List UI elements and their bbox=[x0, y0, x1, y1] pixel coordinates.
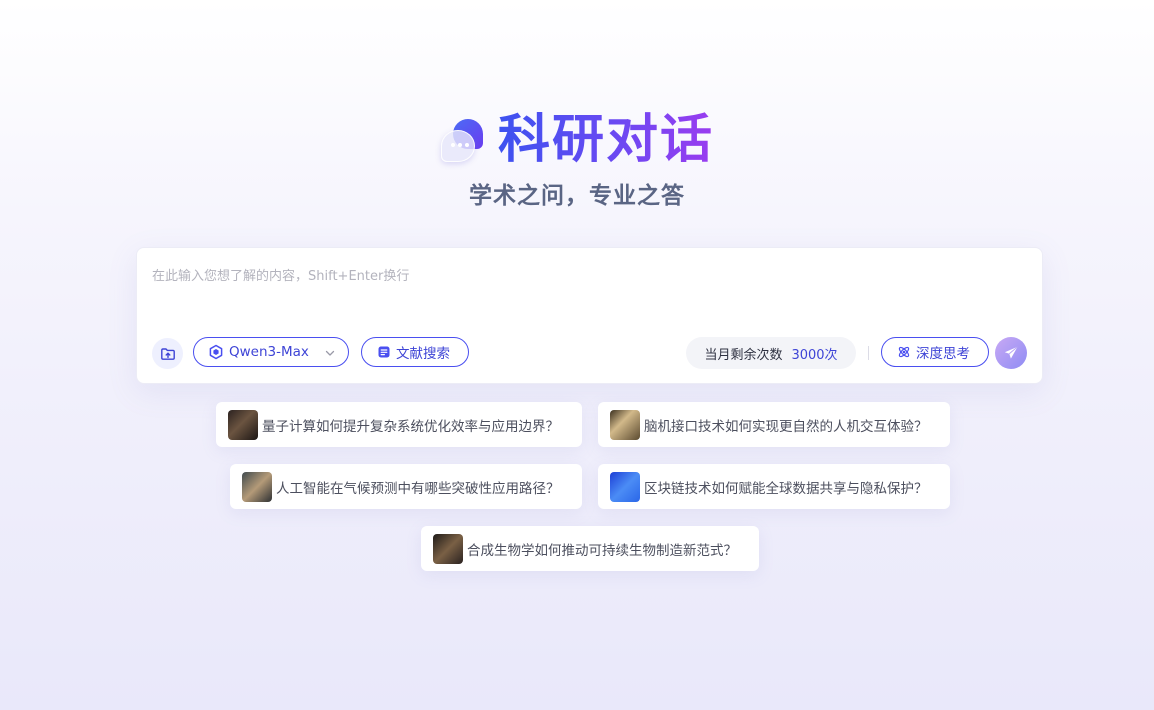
title-row: 科研对话 bbox=[440, 108, 714, 172]
suggestion-text: 合成生物学如何推动可持续生物制造新范式？ bbox=[467, 542, 737, 559]
suggestion-text: 脑机接口技术如何实现更自然的人机交互体验？ bbox=[644, 418, 928, 435]
model-selector-label: Qwen3-Max bbox=[229, 344, 309, 360]
chat-input-box: Qwen3-Max 文献搜索 当月剩余次数 3000次 深度思考 bbox=[136, 247, 1043, 384]
suggestion-thumbnail bbox=[242, 471, 272, 502]
suggestion-thumbnail bbox=[610, 409, 640, 440]
toolbar-divider bbox=[868, 346, 869, 360]
suggestion-thumbnail bbox=[610, 471, 640, 502]
literature-search-label: 文献搜索 bbox=[396, 346, 450, 362]
chat-toolbar: Qwen3-Max 文献搜索 当月剩余次数 3000次 深度思考 bbox=[152, 337, 1027, 369]
page-subtitle: 学术之问，专业之答 bbox=[469, 183, 685, 209]
send-icon bbox=[1004, 346, 1018, 359]
quota-label: 当月剩余次数 bbox=[704, 347, 783, 363]
deep-think-toggle[interactable]: 深度思考 bbox=[881, 337, 989, 367]
page-title: 科研对话 bbox=[497, 110, 714, 170]
suggestion-thumbnail bbox=[228, 409, 258, 440]
suggestion-card[interactable]: 脑机接口技术如何实现更自然的人机交互体验？ bbox=[598, 402, 950, 447]
suggestion-card[interactable]: 人工智能在气候预测中有哪些突破性应用路径？ bbox=[230, 464, 582, 509]
chevron-down-icon bbox=[325, 350, 335, 356]
chat-input[interactable] bbox=[152, 264, 1022, 288]
suggestion-text: 区块链技术如何赋能全球数据共享与隐私保护？ bbox=[644, 480, 928, 497]
suggestion-card[interactable]: 量子计算如何提升复杂系统优化效率与应用边界？ bbox=[216, 402, 582, 447]
model-selector[interactable]: Qwen3-Max bbox=[193, 337, 349, 367]
deep-think-label: 深度思考 bbox=[916, 346, 970, 362]
literature-search-button[interactable]: 文献搜索 bbox=[361, 337, 469, 367]
send-button[interactable] bbox=[995, 337, 1027, 369]
suggestion-thumbnail bbox=[433, 533, 463, 564]
upload-file-button[interactable] bbox=[152, 338, 183, 369]
suggestion-text: 人工智能在气候预测中有哪些突破性应用路径？ bbox=[276, 480, 560, 497]
model-logo-icon bbox=[209, 344, 223, 360]
chat-bubbles-icon bbox=[440, 117, 486, 163]
atom-icon bbox=[898, 346, 910, 358]
monthly-quota: 当月剩余次数 3000次 bbox=[686, 337, 856, 369]
upload-folder-icon bbox=[160, 347, 175, 360]
suggestion-card[interactable]: 区块链技术如何赋能全球数据共享与隐私保护？ bbox=[598, 464, 950, 509]
document-icon bbox=[378, 346, 390, 358]
quota-value: 3000次 bbox=[791, 347, 838, 363]
suggestion-text: 量子计算如何提升复杂系统优化效率与应用边界？ bbox=[262, 418, 559, 435]
hero: 科研对话 学术之问，专业之答 bbox=[0, 108, 1154, 210]
suggestion-card[interactable]: 合成生物学如何推动可持续生物制造新范式？ bbox=[421, 526, 759, 571]
